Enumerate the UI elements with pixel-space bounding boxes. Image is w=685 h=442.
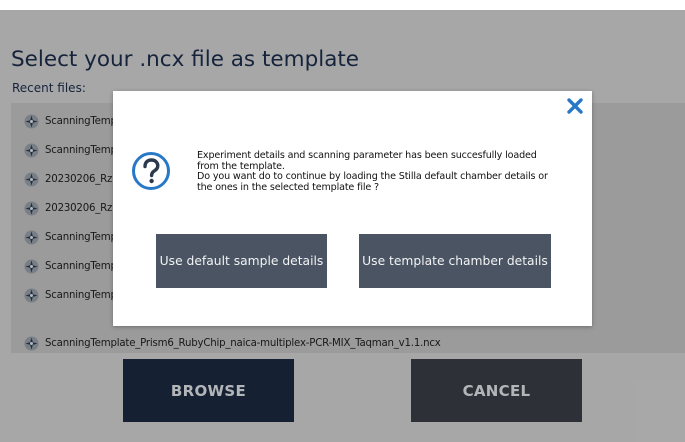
use-default-sample-details-button[interactable]: Use default sample details: [156, 234, 327, 288]
dialog-message: Experiment details and scanning paramete…: [197, 150, 582, 193]
dialog-message-line: Do you want do to continue by loading th…: [197, 171, 548, 182]
question-icon: [132, 152, 170, 190]
load-template-dialog: Experiment details and scanning paramete…: [113, 91, 592, 326]
dialog-message-line: Experiment details and scanning paramete…: [197, 150, 537, 161]
dialog-message-line: the ones in the selected template file ?: [197, 181, 379, 193]
close-icon[interactable]: [564, 95, 586, 117]
use-template-chamber-details-button[interactable]: Use template chamber details: [359, 234, 551, 288]
